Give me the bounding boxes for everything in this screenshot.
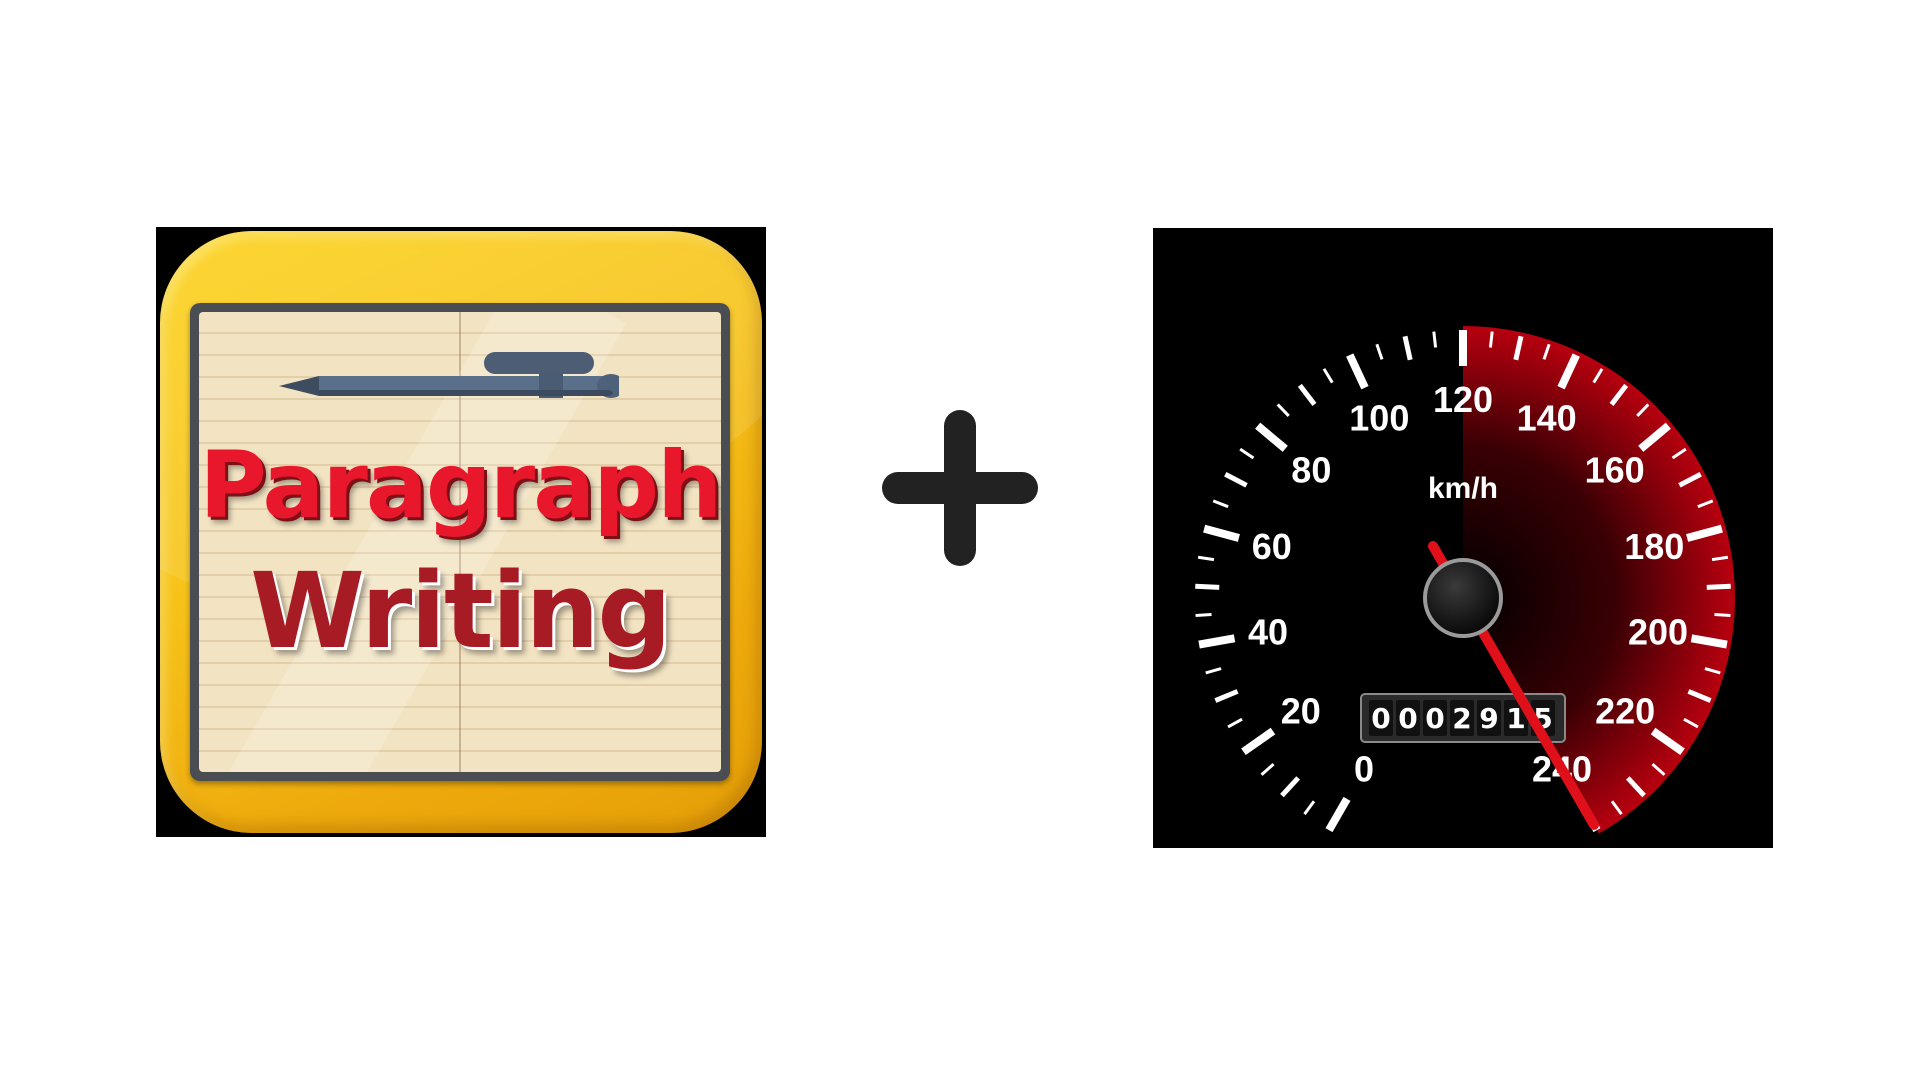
odometer-digit: 2 — [1452, 702, 1471, 735]
gauge-tick — [1214, 689, 1239, 703]
gauge-tick — [1227, 717, 1243, 729]
notepad-frame: Paragraph Writing — [190, 303, 730, 781]
odometer-digit: 9 — [1479, 702, 1498, 735]
gauge-scale-label: 140 — [1517, 398, 1577, 439]
gauge-scale-label: 20 — [1281, 691, 1321, 732]
gauge-tick — [1241, 727, 1276, 755]
paragraph-writing-tile: Paragraph Writing — [156, 227, 766, 837]
gauge-tick — [1212, 499, 1229, 509]
gauge-scale-label: 100 — [1349, 398, 1409, 439]
odometer-digit: 0 — [1425, 702, 1444, 735]
gauge-tick — [1239, 447, 1255, 460]
icon-title-line-2: Writing — [250, 550, 672, 672]
lined-paper: Paragraph Writing — [199, 312, 721, 772]
gauge-tick — [1325, 796, 1351, 833]
gauge-tick — [1276, 403, 1290, 418]
pen-icon — [279, 352, 619, 398]
gauge-tick — [1280, 776, 1300, 798]
paragraph-writing-app-icon: Paragraph Writing — [160, 231, 762, 833]
gauge-scale-label: 200 — [1628, 611, 1688, 652]
gauge-scale-label: 120 — [1433, 379, 1493, 420]
gauge-tick — [1195, 612, 1212, 618]
gauge-scale-label: 60 — [1252, 526, 1292, 567]
gauge-tick — [1714, 612, 1731, 618]
gauge-scale-label: 160 — [1585, 450, 1645, 491]
odometer-digit: 0 — [1371, 702, 1390, 735]
gauge-tick — [1203, 524, 1240, 542]
gauge-tick — [1375, 343, 1384, 360]
gauge-tick — [1706, 583, 1731, 590]
gauge-scale-label: 220 — [1595, 691, 1655, 732]
gauge-tick — [1322, 368, 1334, 384]
gauge-tick — [1205, 667, 1222, 675]
gauge-tick — [1297, 383, 1317, 406]
redline-zone-fill — [1463, 326, 1735, 834]
gauge-tick — [1198, 634, 1236, 649]
speed-unit-label: km/h — [1428, 472, 1498, 505]
gauge-tick — [1260, 763, 1275, 776]
speedometer-gauge: 020406080100120140160180200220240 km/h 0… — [1195, 326, 1735, 834]
gauge-tick — [1346, 353, 1369, 390]
gauge-scale-label: 40 — [1248, 611, 1288, 652]
gauge-tick — [1255, 422, 1288, 452]
speedometer-tile: 020406080100120140160180200220240 km/h 0… — [1153, 228, 1773, 848]
gauge-tick — [1195, 583, 1220, 590]
plus-icon — [882, 410, 1038, 566]
gauge-scale-label: 0 — [1354, 748, 1374, 789]
needle-hub — [1423, 558, 1503, 638]
gauge-tick — [1197, 555, 1215, 562]
gauge-scale-label: 80 — [1291, 450, 1331, 491]
gauge-tick — [1402, 335, 1413, 361]
image-canvas: Paragraph Writing 0 20 40 60 80 100 120 … — [0, 0, 1920, 1080]
odometer-digit: 0 — [1398, 702, 1417, 735]
gauge-tick — [1303, 800, 1316, 816]
icon-title-line-1: Paragraph — [199, 432, 721, 539]
gauge-tick — [1432, 331, 1438, 348]
gauge-tick — [1488, 331, 1494, 348]
redline-zone — [1463, 326, 1735, 834]
gauge-tick — [1224, 472, 1248, 488]
gauge-scale-label: 180 — [1624, 526, 1684, 567]
